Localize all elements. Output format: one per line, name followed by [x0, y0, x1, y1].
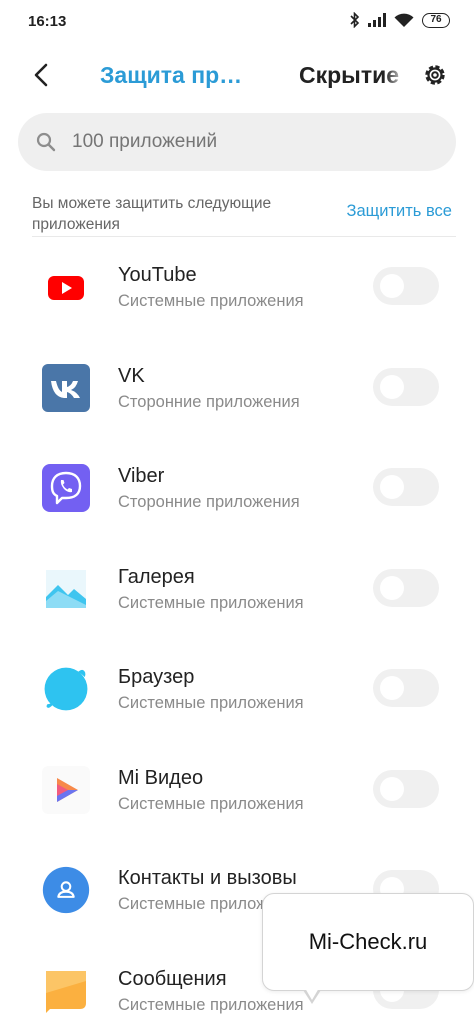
app-type: Системные приложения — [118, 593, 304, 612]
protect-toggle[interactable] — [373, 267, 439, 305]
app-name: Контакты и вызовы — [118, 867, 297, 889]
protect-toggle[interactable] — [373, 468, 439, 506]
protect-toggle[interactable] — [373, 367, 439, 406]
watermark-bubble: Mi-Check.ru — [262, 893, 474, 1004]
battery-icon: 76 — [422, 12, 450, 28]
toggle-knob — [380, 676, 404, 700]
app-type: Системные приложения — [118, 995, 304, 1014]
status-icons: 76 — [350, 12, 450, 28]
toggle-knob — [380, 575, 404, 600]
app-name: Viber — [118, 465, 165, 487]
tab-app-protection[interactable]: Защита пр… — [100, 62, 242, 89]
youtube-icon — [42, 263, 90, 311]
viber-icon — [42, 464, 90, 512]
toggle-knob — [380, 274, 404, 298]
top-bar: Защита пр… Скрытие — [0, 50, 474, 102]
app-name: Сообщения — [118, 967, 227, 990]
app-type: Системные приложения — [118, 292, 304, 310]
status-bar: 16:13 76 — [0, 0, 474, 44]
search-bar[interactable] — [18, 113, 456, 171]
toggle-knob — [380, 475, 404, 499]
wifi-icon — [394, 13, 414, 28]
list-item[interactable]: Браузер Системные приложения — [0, 638, 474, 739]
messages-icon — [42, 967, 90, 1015]
protect-toggle[interactable] — [373, 568, 439, 607]
app-type: Сторонние приложения — [118, 392, 300, 411]
status-time: 16:13 — [28, 13, 67, 30]
browser-icon — [42, 665, 90, 713]
back-arrow-icon — [34, 63, 48, 87]
watermark-text: Mi-Check.ru — [308, 929, 428, 954]
app-name: Mi Видео — [118, 766, 204, 789]
app-type: Сторонние приложения — [118, 493, 300, 511]
section-description: Вы можете защитить следующие приложения — [32, 195, 272, 233]
signal-icon — [368, 13, 386, 27]
app-name: Галерея — [118, 565, 195, 588]
search-icon — [36, 132, 56, 152]
app-type: Системные приложения — [118, 694, 304, 712]
list-item[interactable]: Viber Сторонние приложения — [0, 437, 474, 538]
gear-icon — [425, 65, 445, 85]
protect-toggle[interactable] — [373, 769, 439, 808]
settings-button[interactable] — [420, 60, 450, 90]
app-name: YouTube — [118, 264, 197, 286]
section-header: Вы можете защитить следующие приложения … — [32, 193, 456, 237]
list-item[interactable]: Галерея Системные приложения — [0, 538, 474, 639]
watermark-tail-inner — [305, 988, 319, 1000]
contacts-icon — [42, 866, 90, 914]
list-item[interactable]: VK Сторонние приложения — [0, 337, 474, 438]
protect-toggle[interactable] — [373, 669, 439, 707]
toggle-knob — [380, 776, 404, 801]
list-item[interactable]: Mi Видео Системные приложения — [0, 739, 474, 840]
app-name: Браузер — [118, 666, 195, 688]
mi-video-icon — [42, 765, 90, 814]
list-item[interactable]: YouTube Системные приложения — [0, 236, 474, 337]
bluetooth-icon — [350, 12, 360, 28]
app-type: Системные приложения — [118, 794, 304, 813]
app-name: VK — [118, 364, 145, 387]
tab-hidden-apps[interactable]: Скрытие — [299, 62, 407, 89]
gallery-icon — [42, 564, 90, 613]
protect-all-button[interactable]: Защитить все — [347, 202, 452, 221]
search-input[interactable] — [72, 131, 412, 153]
toggle-knob — [380, 374, 404, 399]
vk-icon — [42, 363, 90, 412]
back-button[interactable] — [26, 60, 56, 90]
